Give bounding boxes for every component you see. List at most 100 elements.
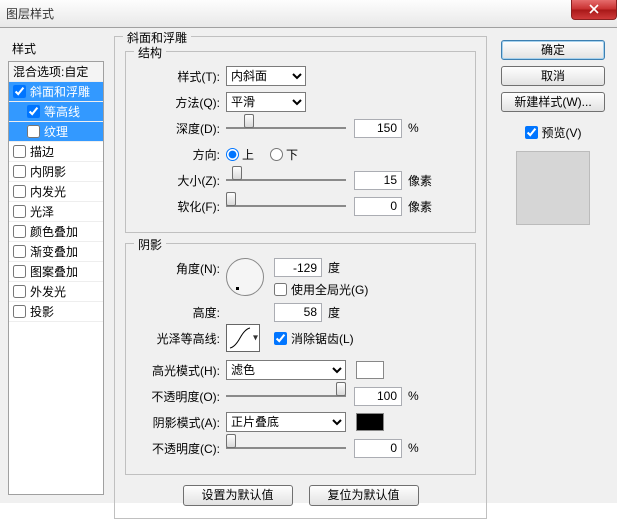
- style-item-checkbox[interactable]: [13, 245, 26, 258]
- style-item-checkbox[interactable]: [13, 85, 26, 98]
- curve-icon: [229, 327, 251, 349]
- altitude-label: 高度:: [136, 304, 226, 321]
- method-label: 方法(Q):: [136, 94, 226, 111]
- style-item-0[interactable]: 斜面和浮雕: [9, 82, 103, 102]
- altitude-input[interactable]: [274, 303, 322, 322]
- angle-wheel[interactable]: [226, 258, 264, 296]
- style-item-7[interactable]: 颜色叠加: [9, 222, 103, 242]
- style-item-label: 图案叠加: [30, 263, 78, 280]
- preview-thumbnail: [516, 151, 590, 225]
- altitude-unit: 度: [328, 304, 340, 321]
- shading-title: 阴影: [134, 236, 166, 253]
- style-item-3[interactable]: 描边: [9, 142, 103, 162]
- pct-unit-1: %: [408, 389, 419, 403]
- style-item-10[interactable]: 外发光: [9, 282, 103, 302]
- highlight-mode-label: 高光模式(H):: [136, 362, 226, 379]
- highlight-mode-select[interactable]: 滤色: [226, 360, 346, 380]
- shadow-opacity-slider[interactable]: [226, 440, 346, 456]
- soften-input[interactable]: [354, 197, 402, 216]
- style-label: 样式(T):: [136, 68, 226, 85]
- shadow-color-swatch[interactable]: [356, 413, 384, 431]
- style-item-checkbox[interactable]: [13, 225, 26, 238]
- style-item-5[interactable]: 内发光: [9, 182, 103, 202]
- close-button[interactable]: [571, 0, 617, 20]
- global-light-checkbox[interactable]: 使用全局光(G): [274, 281, 368, 298]
- style-item-4[interactable]: 内阴影: [9, 162, 103, 182]
- antialias-checkbox[interactable]: 消除锯齿(L): [274, 330, 354, 347]
- direction-label: 方向:: [136, 146, 226, 163]
- style-item-checkbox[interactable]: [13, 165, 26, 178]
- shadow-opacity-label: 不透明度(C):: [136, 440, 226, 457]
- soften-slider[interactable]: [226, 198, 346, 214]
- options-panel: 斜面和浮雕 结构 样式(T): 内斜面 方法(Q): 平滑 深度(D): %: [114, 36, 487, 495]
- styles-heading: 样式: [8, 36, 104, 61]
- shading-group: 阴影 角度(N): 度 使用全局光(G) 高度:: [125, 243, 476, 475]
- style-item-2[interactable]: 纹理: [9, 122, 103, 142]
- shadow-mode-select[interactable]: 正片叠底: [226, 412, 346, 432]
- style-item-label: 纹理: [44, 123, 68, 140]
- highlight-color-swatch[interactable]: [356, 361, 384, 379]
- style-item-checkbox[interactable]: [27, 105, 40, 118]
- style-item-checkbox[interactable]: [27, 125, 40, 138]
- new-style-button[interactable]: 新建样式(W)...: [501, 92, 605, 112]
- style-item-6[interactable]: 光泽: [9, 202, 103, 222]
- soften-label: 软化(F):: [136, 198, 226, 215]
- style-item-9[interactable]: 图案叠加: [9, 262, 103, 282]
- depth-label: 深度(D):: [136, 120, 226, 137]
- structure-group: 结构 样式(T): 内斜面 方法(Q): 平滑 深度(D): % 方向:: [125, 51, 476, 233]
- action-panel: 确定 取消 新建样式(W)... 预览(V): [497, 36, 609, 495]
- style-item-checkbox[interactable]: [13, 285, 26, 298]
- angle-input[interactable]: [274, 258, 322, 277]
- size-unit: 像素: [408, 172, 432, 189]
- style-item-checkbox[interactable]: [13, 205, 26, 218]
- style-item-1[interactable]: 等高线: [9, 102, 103, 122]
- method-select[interactable]: 平滑: [226, 92, 306, 112]
- gloss-contour-picker[interactable]: ▾: [226, 324, 260, 352]
- style-item-label: 内发光: [30, 183, 66, 200]
- ok-button[interactable]: 确定: [501, 40, 605, 60]
- structure-title: 结构: [134, 44, 166, 61]
- style-item-label: 外发光: [30, 283, 66, 300]
- style-item-label: 颜色叠加: [30, 223, 78, 240]
- highlight-opacity-label: 不透明度(O):: [136, 388, 226, 405]
- pct-unit-2: %: [408, 441, 419, 455]
- style-item-checkbox[interactable]: [13, 265, 26, 278]
- blend-options-label: 混合选项:自定: [13, 63, 88, 80]
- style-select[interactable]: 内斜面: [226, 66, 306, 86]
- style-item-checkbox[interactable]: [13, 145, 26, 158]
- shadow-opacity-input[interactable]: [354, 439, 402, 458]
- soften-unit: 像素: [408, 198, 432, 215]
- style-item-label: 斜面和浮雕: [30, 83, 90, 100]
- direction-down-radio[interactable]: 下: [270, 146, 298, 163]
- preview-checkbox[interactable]: 预览(V): [525, 124, 582, 141]
- style-item-checkbox[interactable]: [13, 185, 26, 198]
- size-input[interactable]: [354, 171, 402, 190]
- style-item-11[interactable]: 投影: [9, 302, 103, 322]
- depth-unit: %: [408, 121, 419, 135]
- depth-input[interactable]: [354, 119, 402, 138]
- chevron-down-icon: ▾: [253, 333, 258, 344]
- style-item-8[interactable]: 渐变叠加: [9, 242, 103, 262]
- direction-up-radio[interactable]: 上: [226, 146, 254, 163]
- styles-list: 混合选项:自定 斜面和浮雕等高线纹理描边内阴影内发光光泽颜色叠加渐变叠加图案叠加…: [8, 61, 104, 495]
- style-item-label: 描边: [30, 143, 54, 160]
- style-item-checkbox[interactable]: [13, 305, 26, 318]
- titlebar: 图层样式: [0, 0, 617, 28]
- style-item-label: 内阴影: [30, 163, 66, 180]
- style-item-label: 投影: [30, 303, 54, 320]
- cancel-button[interactable]: 取消: [501, 66, 605, 86]
- size-slider[interactable]: [226, 172, 346, 188]
- style-item-label: 光泽: [30, 203, 54, 220]
- close-icon: [588, 3, 600, 15]
- styles-panel: 样式 混合选项:自定 斜面和浮雕等高线纹理描边内阴影内发光光泽颜色叠加渐变叠加图…: [8, 36, 104, 495]
- angle-unit: 度: [328, 259, 340, 276]
- gloss-contour-label: 光泽等高线:: [136, 330, 226, 347]
- highlight-opacity-input[interactable]: [354, 387, 402, 406]
- window-title: 图层样式: [6, 5, 54, 22]
- depth-slider[interactable]: [226, 120, 346, 136]
- size-label: 大小(Z):: [136, 172, 226, 189]
- bevel-group: 斜面和浮雕 结构 样式(T): 内斜面 方法(Q): 平滑 深度(D): %: [114, 36, 487, 519]
- blend-options-row[interactable]: 混合选项:自定: [9, 62, 103, 82]
- style-item-label: 渐变叠加: [30, 243, 78, 260]
- highlight-opacity-slider[interactable]: [226, 388, 346, 404]
